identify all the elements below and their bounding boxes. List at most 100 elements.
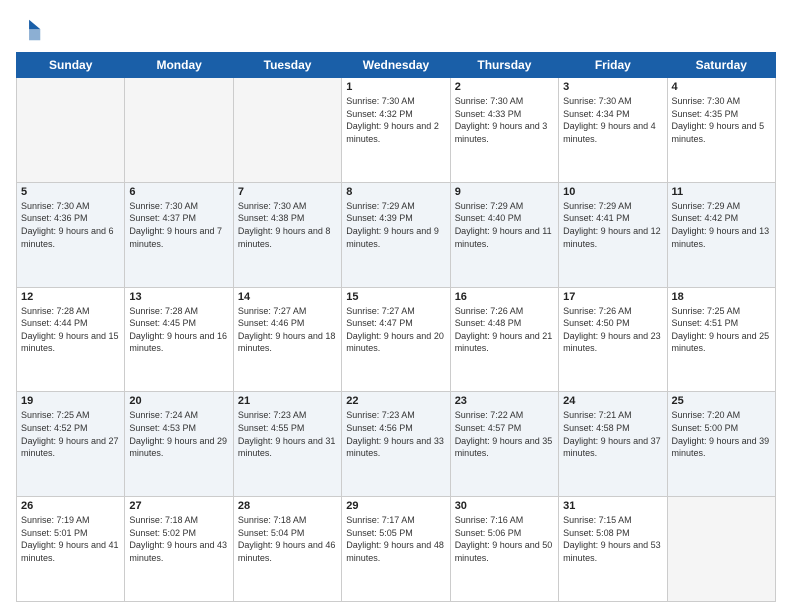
day-info: Sunrise: 7:27 AM Sunset: 4:47 PM Dayligh… bbox=[346, 305, 445, 355]
calendar-cell: 14 Sunrise: 7:27 AM Sunset: 4:46 PM Dayli… bbox=[233, 287, 341, 392]
calendar-cell: 15 Sunrise: 7:27 AM Sunset: 4:47 PM Dayli… bbox=[342, 287, 450, 392]
day-number: 12 bbox=[21, 291, 120, 303]
calendar-cell: 29Sunrise: 7:17 AM Sunset: 5:05 PM Dayli… bbox=[342, 497, 450, 602]
day-info: Sunrise: 7:27 AM Sunset: 4:46 PM Dayligh… bbox=[238, 305, 337, 355]
day-info: Sunrise: 7:22 AM Sunset: 4:57 PM Dayligh… bbox=[455, 409, 554, 459]
day-info: Sunrise: 7:15 AM Sunset: 5:08 PM Dayligh… bbox=[563, 514, 662, 564]
day-info: Sunrise: 7:30 AM Sunset: 4:38 PM Dayligh… bbox=[238, 200, 337, 250]
calendar-cell: 18 Sunrise: 7:25 AM Sunset: 4:51 PM Dayli… bbox=[667, 287, 775, 392]
calendar-cell: 30 Sunrise: 7:16 AM Sunset: 5:06 PM Dayli… bbox=[450, 497, 558, 602]
day-info: Sunrise: 7:30 AM Sunset: 4:37 PM Dayligh… bbox=[129, 200, 228, 250]
day-info: Sunrise: 7:29 AM Sunset: 4:40 PM Dayligh… bbox=[455, 200, 554, 250]
day-number: 20 bbox=[129, 395, 228, 407]
day-number: 18 bbox=[672, 291, 771, 303]
day-info: Sunrise: 7:16 AM Sunset: 5:06 PM Dayligh… bbox=[455, 514, 554, 564]
calendar-cell: 12 Sunrise: 7:28 AM Sunset: 4:44 PM Dayli… bbox=[17, 287, 125, 392]
calendar-day-header: Saturday bbox=[667, 53, 775, 78]
day-number: 31 bbox=[563, 500, 662, 512]
calendar-cell: 10Sunrise: 7:29 AM Sunset: 4:41 PM Dayli… bbox=[559, 182, 667, 287]
day-info: Sunrise: 7:29 AM Sunset: 4:41 PM Dayligh… bbox=[563, 200, 662, 250]
calendar-cell bbox=[233, 78, 341, 183]
calendar-header-row: SundayMondayTuesdayWednesdayThursdayFrid… bbox=[17, 53, 776, 78]
day-number: 16 bbox=[455, 291, 554, 303]
day-info: Sunrise: 7:29 AM Sunset: 4:42 PM Dayligh… bbox=[672, 200, 771, 250]
day-number: 8 bbox=[346, 186, 445, 198]
day-number: 1 bbox=[346, 81, 445, 93]
calendar-cell bbox=[125, 78, 233, 183]
page: SundayMondayTuesdayWednesdayThursdayFrid… bbox=[0, 0, 792, 612]
day-number: 7 bbox=[238, 186, 337, 198]
calendar-cell: 21Sunrise: 7:23 AM Sunset: 4:55 PM Dayli… bbox=[233, 392, 341, 497]
calendar-day-header: Thursday bbox=[450, 53, 558, 78]
calendar-cell: 27 Sunrise: 7:18 AM Sunset: 5:02 PM Dayli… bbox=[125, 497, 233, 602]
day-number: 25 bbox=[672, 395, 771, 407]
calendar-cell: 13 Sunrise: 7:28 AM Sunset: 4:45 PM Dayli… bbox=[125, 287, 233, 392]
calendar-cell: 24Sunrise: 7:21 AM Sunset: 4:58 PM Dayli… bbox=[559, 392, 667, 497]
day-info: Sunrise: 7:23 AM Sunset: 4:56 PM Dayligh… bbox=[346, 409, 445, 459]
calendar-day-header: Tuesday bbox=[233, 53, 341, 78]
day-number: 9 bbox=[455, 186, 554, 198]
day-number: 29 bbox=[346, 500, 445, 512]
day-info: Sunrise: 7:26 AM Sunset: 4:48 PM Dayligh… bbox=[455, 305, 554, 355]
day-number: 5 bbox=[21, 186, 120, 198]
calendar-day-header: Friday bbox=[559, 53, 667, 78]
calendar-week-row: 5 Sunrise: 7:30 AM Sunset: 4:36 PM Daylig… bbox=[17, 182, 776, 287]
logo bbox=[16, 16, 48, 44]
calendar-cell bbox=[17, 78, 125, 183]
calendar-cell: 8 Sunrise: 7:29 AM Sunset: 4:39 PM Daylig… bbox=[342, 182, 450, 287]
day-info: Sunrise: 7:28 AM Sunset: 4:44 PM Dayligh… bbox=[21, 305, 120, 355]
calendar-cell: 26Sunrise: 7:19 AM Sunset: 5:01 PM Dayli… bbox=[17, 497, 125, 602]
day-info: Sunrise: 7:25 AM Sunset: 4:51 PM Dayligh… bbox=[672, 305, 771, 355]
calendar-cell: 3 Sunrise: 7:30 AM Sunset: 4:34 PM Daylig… bbox=[559, 78, 667, 183]
calendar-cell: 23 Sunrise: 7:22 AM Sunset: 4:57 PM Dayli… bbox=[450, 392, 558, 497]
day-number: 14 bbox=[238, 291, 337, 303]
calendar-cell: 7 Sunrise: 7:30 AM Sunset: 4:38 PM Daylig… bbox=[233, 182, 341, 287]
calendar-week-row: 26Sunrise: 7:19 AM Sunset: 5:01 PM Dayli… bbox=[17, 497, 776, 602]
day-info: Sunrise: 7:30 AM Sunset: 4:34 PM Dayligh… bbox=[563, 95, 662, 145]
day-number: 15 bbox=[346, 291, 445, 303]
calendar-table: SundayMondayTuesdayWednesdayThursdayFrid… bbox=[16, 52, 776, 602]
calendar-day-header: Monday bbox=[125, 53, 233, 78]
calendar-day-header: Wednesday bbox=[342, 53, 450, 78]
day-info: Sunrise: 7:30 AM Sunset: 4:33 PM Dayligh… bbox=[455, 95, 554, 145]
calendar-cell: 17Sunrise: 7:26 AM Sunset: 4:50 PM Dayli… bbox=[559, 287, 667, 392]
day-info: Sunrise: 7:25 AM Sunset: 4:52 PM Dayligh… bbox=[21, 409, 120, 459]
calendar-cell: 19Sunrise: 7:25 AM Sunset: 4:52 PM Dayli… bbox=[17, 392, 125, 497]
calendar-cell bbox=[667, 497, 775, 602]
day-number: 27 bbox=[129, 500, 228, 512]
day-number: 26 bbox=[21, 500, 120, 512]
day-info: Sunrise: 7:30 AM Sunset: 4:36 PM Dayligh… bbox=[21, 200, 120, 250]
calendar-week-row: 1Sunrise: 7:30 AM Sunset: 4:32 PM Daylig… bbox=[17, 78, 776, 183]
day-info: Sunrise: 7:20 AM Sunset: 5:00 PM Dayligh… bbox=[672, 409, 771, 459]
day-number: 23 bbox=[455, 395, 554, 407]
day-number: 6 bbox=[129, 186, 228, 198]
day-number: 3 bbox=[563, 81, 662, 93]
day-number: 4 bbox=[672, 81, 771, 93]
day-number: 13 bbox=[129, 291, 228, 303]
calendar-cell: 20Sunrise: 7:24 AM Sunset: 4:53 PM Dayli… bbox=[125, 392, 233, 497]
calendar-day-header: Sunday bbox=[17, 53, 125, 78]
day-number: 21 bbox=[238, 395, 337, 407]
calendar-cell: 16 Sunrise: 7:26 AM Sunset: 4:48 PM Dayli… bbox=[450, 287, 558, 392]
calendar-cell: 31 Sunrise: 7:15 AM Sunset: 5:08 PM Dayli… bbox=[559, 497, 667, 602]
calendar-cell: 4 Sunrise: 7:30 AM Sunset: 4:35 PM Daylig… bbox=[667, 78, 775, 183]
day-info: Sunrise: 7:26 AM Sunset: 4:50 PM Dayligh… bbox=[563, 305, 662, 355]
day-info: Sunrise: 7:30 AM Sunset: 4:35 PM Dayligh… bbox=[672, 95, 771, 145]
day-number: 28 bbox=[238, 500, 337, 512]
calendar-week-row: 12 Sunrise: 7:28 AM Sunset: 4:44 PM Dayli… bbox=[17, 287, 776, 392]
day-info: Sunrise: 7:29 AM Sunset: 4:39 PM Dayligh… bbox=[346, 200, 445, 250]
calendar-cell: 28Sunrise: 7:18 AM Sunset: 5:04 PM Dayli… bbox=[233, 497, 341, 602]
day-number: 11 bbox=[672, 186, 771, 198]
calendar-cell: 25 Sunrise: 7:20 AM Sunset: 5:00 PM Dayli… bbox=[667, 392, 775, 497]
day-info: Sunrise: 7:18 AM Sunset: 5:02 PM Dayligh… bbox=[129, 514, 228, 564]
day-number: 2 bbox=[455, 81, 554, 93]
calendar-cell: 1Sunrise: 7:30 AM Sunset: 4:32 PM Daylig… bbox=[342, 78, 450, 183]
day-number: 30 bbox=[455, 500, 554, 512]
calendar-cell: 2 Sunrise: 7:30 AM Sunset: 4:33 PM Daylig… bbox=[450, 78, 558, 183]
day-info: Sunrise: 7:28 AM Sunset: 4:45 PM Dayligh… bbox=[129, 305, 228, 355]
day-number: 24 bbox=[563, 395, 662, 407]
calendar-cell: 9 Sunrise: 7:29 AM Sunset: 4:40 PM Daylig… bbox=[450, 182, 558, 287]
calendar-cell: 22 Sunrise: 7:23 AM Sunset: 4:56 PM Dayli… bbox=[342, 392, 450, 497]
header bbox=[16, 16, 776, 44]
day-number: 22 bbox=[346, 395, 445, 407]
